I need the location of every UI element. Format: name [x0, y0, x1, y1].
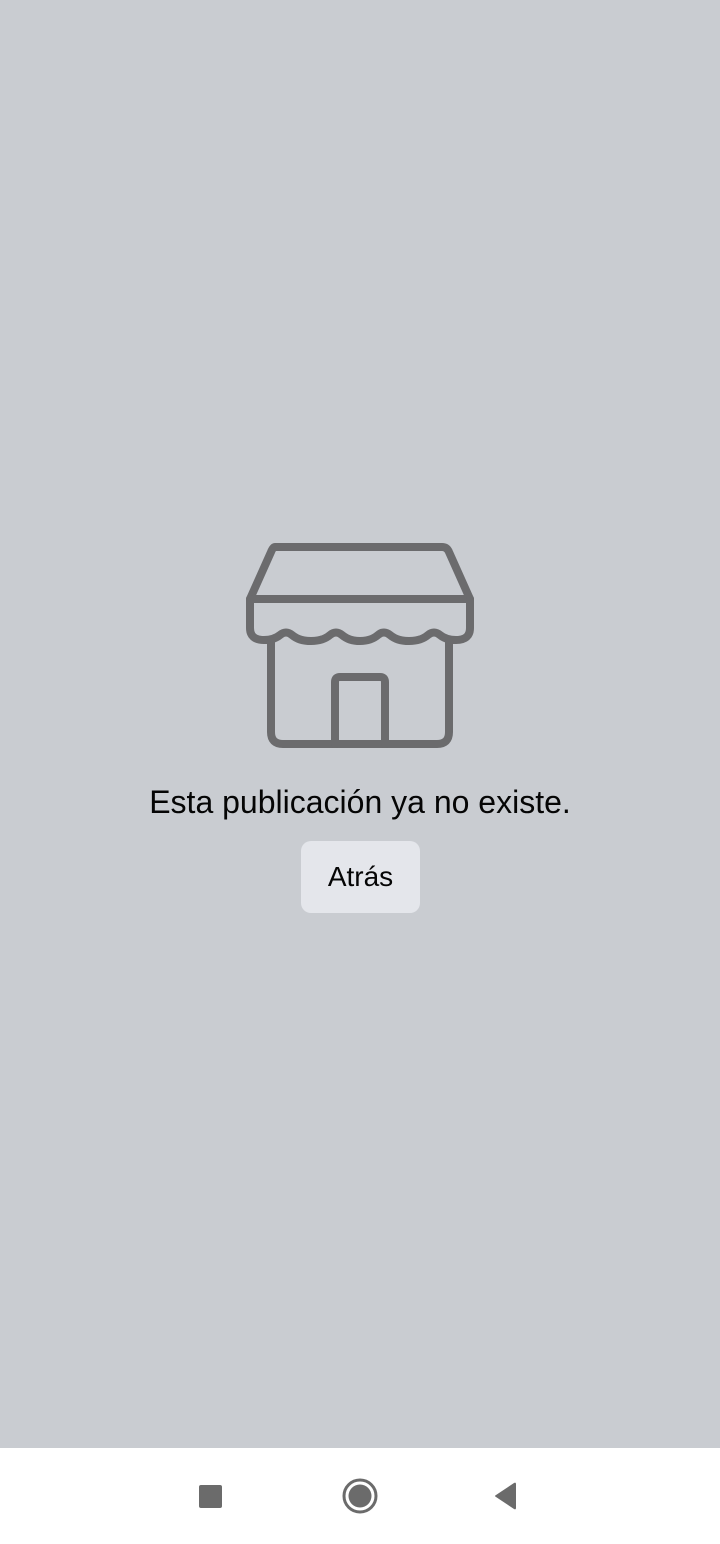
back-icon — [495, 1482, 516, 1510]
back-nav-button[interactable] — [476, 1466, 536, 1526]
back-button[interactable]: Atrás — [301, 841, 420, 913]
store-icon — [246, 540, 474, 752]
post-unavailable-message: Esta publicación ya no existe. — [149, 784, 571, 820]
home-button[interactable] — [330, 1466, 390, 1526]
recents-button[interactable] — [180, 1466, 240, 1526]
system-navigation-bar — [0, 1448, 720, 1544]
recents-icon — [198, 1484, 222, 1508]
content-area: Esta publicación ya no existe. Atrás — [0, 0, 720, 1448]
home-icon — [342, 1478, 378, 1514]
